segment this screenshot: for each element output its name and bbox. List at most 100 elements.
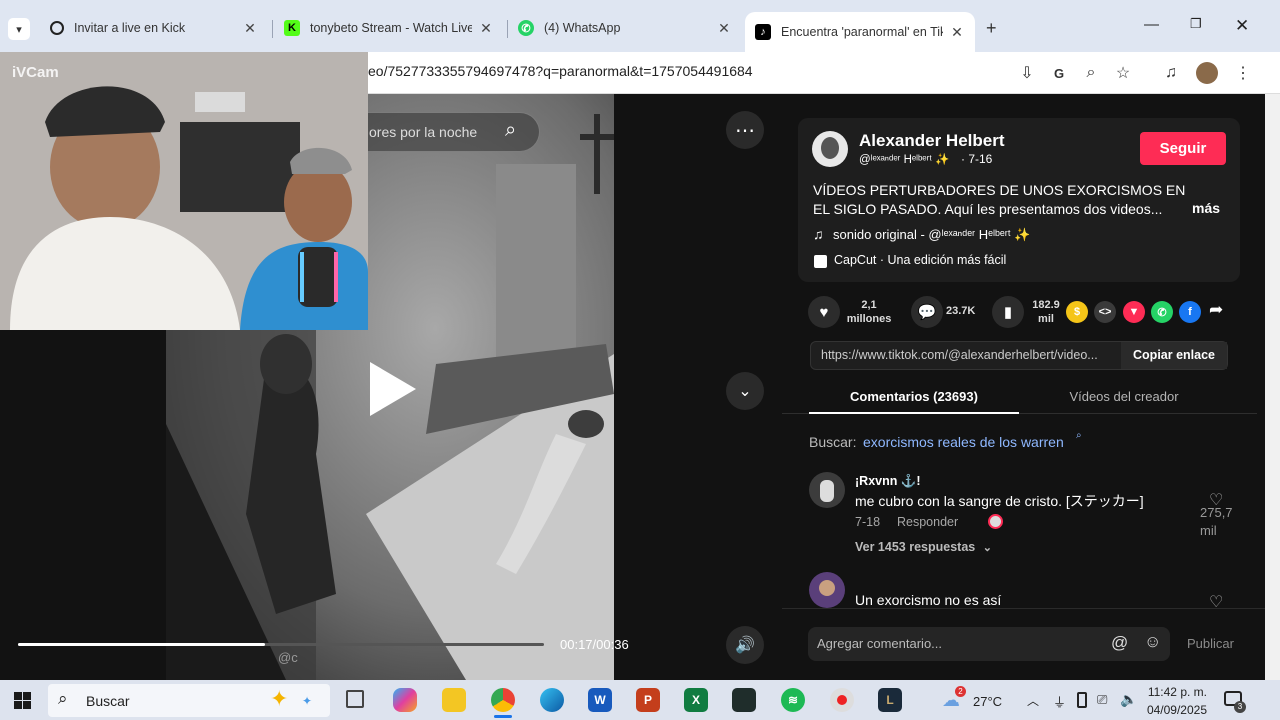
search-icon: ⌕ — [58, 689, 68, 708]
volume-icon[interactable]: 🔈 — [1120, 691, 1137, 708]
sound-link[interactable]: sonido original - @ˡᵉˣᵃⁿᵈᵉʳ Hᵉˡᵇᵉʳᵗ ✨ — [833, 227, 1031, 243]
tray-chevron-icon[interactable]: ︿ — [1027, 692, 1039, 709]
whatsapp-share-icon[interactable]: ✆ — [1151, 301, 1173, 323]
translate-icon[interactable]: G — [1048, 62, 1070, 84]
tiktok-icon: ♪ — [755, 24, 771, 40]
windows-start-icon[interactable] — [14, 692, 31, 709]
spotify-icon[interactable]: ≋ — [781, 688, 805, 712]
likes-count: 2,1 millones — [846, 299, 892, 325]
tab-creator-videos[interactable]: Vídeos del creador — [1019, 389, 1229, 404]
comment-avatar[interactable] — [809, 472, 845, 508]
league-icon[interactable]: L — [878, 688, 902, 712]
author-avatar[interactable] — [812, 131, 848, 167]
tab-kick-stream[interactable]: K tonybeto Stream - Watch Live o ✕ — [274, 10, 504, 46]
facebook-share-icon[interactable]: f — [1179, 301, 1201, 323]
close-window-button[interactable]: ✕ — [1235, 16, 1249, 36]
reply-button[interactable]: Responder — [897, 515, 958, 529]
chrome-icon[interactable] — [491, 688, 515, 712]
file-explorer-icon[interactable] — [442, 688, 466, 712]
volume-button[interactable]: 🔊 — [726, 626, 764, 664]
share-arrow-icon[interactable]: ➦ — [1209, 300, 1223, 320]
task-view-icon[interactable] — [346, 690, 364, 708]
video-left-backdrop — [0, 330, 166, 680]
share-link-url[interactable]: https://www.tiktok.com/@alexanderhelbert… — [821, 348, 1098, 362]
share-link-box: https://www.tiktok.com/@alexanderhelbert… — [810, 341, 1228, 370]
clock-time[interactable]: 11:42 p. m. — [1145, 685, 1207, 699]
publish-button[interactable]: Publicar — [1187, 636, 1234, 651]
close-icon[interactable]: ✕ — [716, 20, 732, 37]
word-icon[interactable]: W — [588, 688, 612, 712]
more-link[interactable]: más — [1192, 200, 1220, 216]
bookmark-star-icon[interactable]: ☆ — [1112, 62, 1134, 84]
recorder-icon[interactable] — [830, 688, 854, 712]
play-icon[interactable] — [370, 362, 416, 416]
install-app-icon[interactable]: ⇩ — [1016, 62, 1038, 84]
comment-icon[interactable]: 💬 — [911, 296, 943, 328]
post-date: · 7-16 — [961, 152, 993, 166]
close-icon[interactable]: ✕ — [949, 24, 965, 41]
video-time: 00:17/00:36 — [560, 637, 629, 652]
next-video-button[interactable]: ⌄ — [726, 372, 764, 410]
comments-count: 23.7K — [946, 305, 976, 317]
clock-date[interactable]: 04/09/2025 — [1145, 703, 1207, 717]
coin-icon[interactable]: $ — [1066, 301, 1088, 323]
author-name[interactable]: Alexander Helbert — [859, 131, 1005, 151]
weather-temp[interactable]: 27°C — [973, 694, 1002, 709]
embed-icon[interactable]: <> — [1094, 301, 1116, 323]
bookmark-icon[interactable]: ▮ — [992, 296, 1024, 328]
comment-input[interactable]: Agregar comentario... @ ☺ — [808, 627, 1170, 661]
more-options-button[interactable]: ⋯ — [726, 111, 764, 149]
send-icon[interactable]: ▼ — [1123, 301, 1145, 323]
restore-button[interactable]: ❐ — [1190, 16, 1202, 32]
video-description: VÍDEOS PERTURBADORES DE UNOS EXORCISMOS … — [813, 182, 1186, 217]
comment-avatar[interactable] — [809, 572, 845, 608]
comment-username[interactable]: ¡Rxvnn ⚓! — [855, 474, 921, 489]
usb-icon[interactable]: ⏚ — [1053, 692, 1066, 711]
close-icon[interactable]: ✕ — [242, 20, 258, 37]
page-scrollbar[interactable] — [1265, 94, 1280, 680]
tab-search-button[interactable]: ▾ — [8, 18, 30, 40]
powerpoint-icon[interactable]: P — [636, 688, 660, 712]
copilot-icon[interactable] — [393, 688, 417, 712]
excel-icon[interactable]: X — [684, 688, 708, 712]
progress-track[interactable] — [18, 643, 544, 646]
like-icon[interactable]: ♥ — [808, 296, 840, 328]
tab-kick-invite[interactable]: Invitar a live en Kick ✕ — [40, 10, 268, 46]
url-text[interactable]: eo/7527733355794697478?q=paranormal&t=17… — [368, 63, 753, 79]
tab-tiktok[interactable]: ♪ Encuentra 'paranormal' en TikTo ✕ — [745, 12, 975, 52]
minimize-button[interactable]: — — [1144, 16, 1159, 33]
webcam-image — [0, 52, 368, 330]
mention-icon[interactable]: @ — [1111, 633, 1128, 653]
media-controls-icon[interactable]: ♫ — [1160, 62, 1182, 84]
author-handle[interactable]: @ˡᵉˣᵃⁿᵈᵉʳ Hᵉˡᵇᵉʳᵗ ✨ — [859, 152, 949, 166]
battery-icon[interactable] — [1077, 692, 1087, 708]
follow-button[interactable]: Seguir — [1140, 132, 1226, 165]
tab-comments[interactable]: Comentarios (23693) — [809, 389, 1019, 404]
search-suggest-query[interactable]: exorcismos reales de los warren — [863, 434, 1064, 450]
tab-active-indicator — [809, 412, 1019, 414]
progress-fill — [18, 643, 266, 646]
author-card: Alexander Helbert @ˡᵉˣᵃⁿᵈᵉʳ Hᵉˡᵇᵉʳᵗ ✨ · … — [798, 118, 1240, 282]
close-icon[interactable]: ✕ — [478, 20, 494, 37]
comment-text: Un exorcismo no es así — [855, 592, 1002, 608]
taskbar-search-box[interactable]: ⌕ Buscar ✦ ✦ — [48, 684, 330, 717]
tab-whatsapp[interactable]: ✆ (4) WhatsApp ✕ — [508, 10, 742, 46]
zoom-icon[interactable]: ⌕ — [1080, 62, 1102, 84]
weather-badge: 2 — [955, 686, 966, 697]
network-icon[interactable]: ⎚ — [1097, 692, 1107, 708]
browser-menu-icon[interactable]: ⋮ — [1232, 62, 1254, 84]
search-icon[interactable]: ⌕ — [505, 119, 516, 142]
search-input[interactable]: ores por la noche — [369, 124, 477, 140]
openai-icon — [50, 21, 64, 35]
view-replies-link[interactable]: Ver 1453 respuestas ⌄ — [855, 540, 992, 554]
webcam-overlay: iVCam — [0, 52, 368, 330]
app-icon[interactable] — [732, 688, 756, 712]
emoji-icon[interactable]: ☺ — [1144, 632, 1161, 652]
webcam-label: iVCam — [12, 64, 59, 81]
edge-icon[interactable] — [540, 688, 564, 712]
follow-label: Seguir — [1159, 140, 1207, 157]
new-tab-button[interactable]: + — [986, 18, 997, 39]
profile-avatar[interactable] — [1196, 62, 1218, 84]
copy-link-button[interactable]: Copiar enlace — [1121, 342, 1227, 369]
capcut-link[interactable]: CapCut · Una edición más fácil — [834, 253, 1006, 267]
